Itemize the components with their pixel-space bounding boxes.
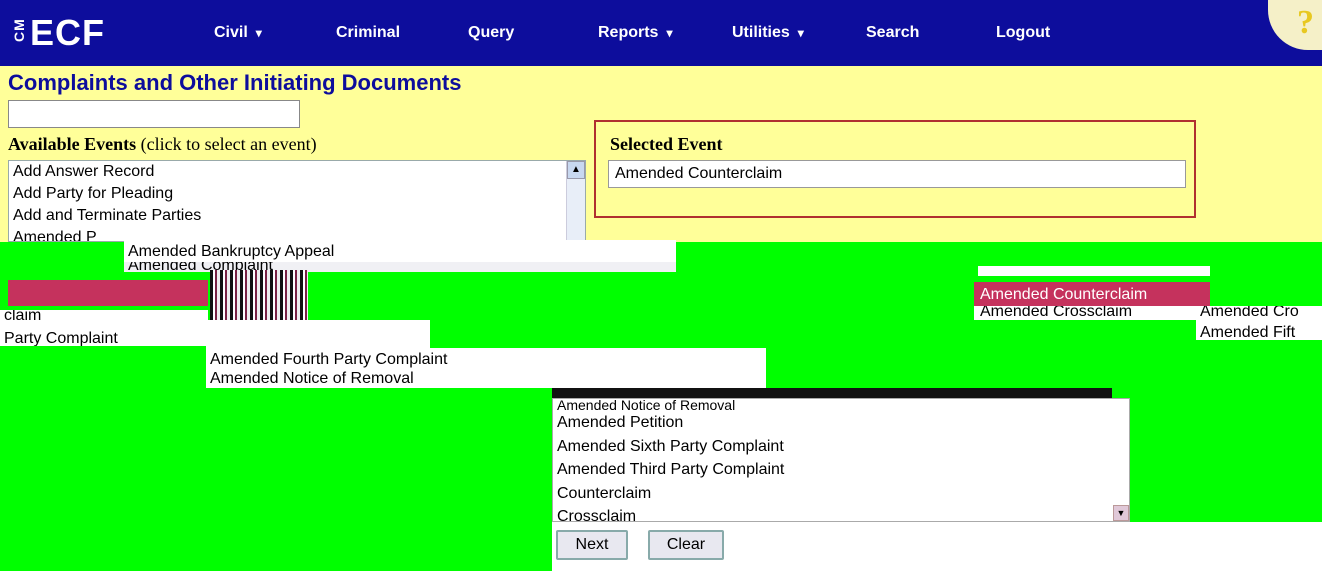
list-fragment-crossclaim: Amended Crossclaim [974, 306, 1198, 320]
nav-logout[interactable]: Logout [996, 24, 1050, 42]
list-item[interactable]: Add and Terminate Parties [9, 205, 585, 227]
list-item[interactable]: claim [0, 310, 208, 327]
nav-civil-label: Civil [214, 24, 248, 41]
cmecf-logo: CM ECF [10, 12, 105, 54]
list-item[interactable]: Amended Notice of Removal [553, 399, 1129, 411]
nav-criminal[interactable]: Criminal [336, 24, 400, 42]
list-fragment-top-right [978, 266, 1210, 276]
next-button[interactable]: Next [556, 530, 628, 560]
logo-ecf-text: ECF [30, 12, 105, 53]
chevron-down-icon: ▾ [666, 26, 673, 40]
list-item[interactable]: Amended Complaint [124, 262, 676, 272]
highlighted-item-label: Amended Counterclaim [980, 286, 1148, 303]
list-item[interactable]: Crossclaim [553, 505, 1129, 521]
list-item[interactable]: Amended Petition [553, 411, 1129, 435]
chevron-down-icon: ▾ [255, 26, 262, 40]
list-fragment-right-edge: Amended Cro Amended Fift [1196, 306, 1322, 340]
selected-event-field: Amended Counterclaim [608, 160, 1186, 188]
list-item[interactable]: Amended Third Party Complaint [553, 458, 1129, 482]
nav-criminal-label: Criminal [336, 24, 401, 41]
nav-query-label: Query [468, 24, 515, 41]
list-item[interactable]: Amended Bankruptcy Appeal [124, 240, 676, 263]
list-item[interactable]: Amended Sixth Party Complaint [553, 435, 1129, 459]
events-list-lower[interactable]: Amended Notice of Removal Amended Petiti… [552, 398, 1130, 522]
list-fragment-fourth: Amended Fourth Party Complaint Amended N… [206, 348, 766, 388]
list-item[interactable]: Add Party for Pleading [9, 183, 585, 205]
list-item[interactable]: Counterclaim [553, 482, 1129, 506]
list-fragment-left: claim Party Complaint [0, 310, 208, 346]
available-events-list[interactable]: Add Answer Record Add Party for Pleading… [8, 160, 586, 242]
list-item[interactable]: Amended Crossclaim [974, 306, 1198, 320]
logo-cm-text: CM [11, 18, 27, 42]
chevron-down-icon: ▾ [797, 26, 804, 40]
nav-query[interactable]: Query [468, 24, 514, 42]
list-item[interactable]: Amended Notice of Removal [206, 367, 766, 388]
clear-button[interactable]: Clear [648, 530, 724, 560]
highlighted-list-item[interactable]: Amended Counterclaim [974, 282, 1210, 308]
glitch-dark-bar [552, 388, 1112, 398]
list-item[interactable]: Add Answer Record [9, 161, 585, 183]
nav-reports[interactable]: Reports ▾ [598, 24, 672, 42]
selected-event-title: Selected Event [610, 134, 723, 154]
list-fragment-middle-top [206, 320, 430, 348]
list-item[interactable]: Party Complaint [0, 327, 208, 346]
nav-reports-label: Reports [598, 24, 659, 41]
nav-logout-label: Logout [996, 24, 1051, 41]
available-events-label: Available Events (click to select an eve… [8, 134, 317, 155]
scroll-up-icon[interactable]: ▲ [567, 161, 585, 179]
help-icon: ? [1297, 4, 1314, 41]
list-item[interactable]: Amended Fift [1196, 321, 1322, 340]
selected-event-panel: Selected Event Amended Counterclaim [594, 120, 1196, 218]
help-button[interactable]: ? [1268, 0, 1322, 50]
event-search-input[interactable] [8, 100, 300, 128]
list-fragment-complaint: Amended Complaint [124, 262, 676, 272]
glitch-stripes [210, 270, 308, 320]
available-events-hint: (click to select an event) [136, 134, 317, 154]
nav-utilities[interactable]: Utilities ▾ [732, 24, 804, 42]
nav-utilities-label: Utilities [732, 24, 790, 41]
highlight-bar-left [8, 280, 208, 306]
top-nav-bar: CM ECF Civil ▾ Criminal Query Reports ▾ Ut… [0, 0, 1322, 66]
scroll-down-icon[interactable]: ▼ [1113, 505, 1129, 521]
nav-civil[interactable]: Civil ▾ [214, 24, 262, 42]
nav-search[interactable]: Search [866, 24, 919, 42]
nav-search-label: Search [866, 24, 920, 41]
page-title: Complaints and Other Initiating Document… [8, 70, 462, 95]
available-events-heading: Available Events [8, 134, 137, 154]
